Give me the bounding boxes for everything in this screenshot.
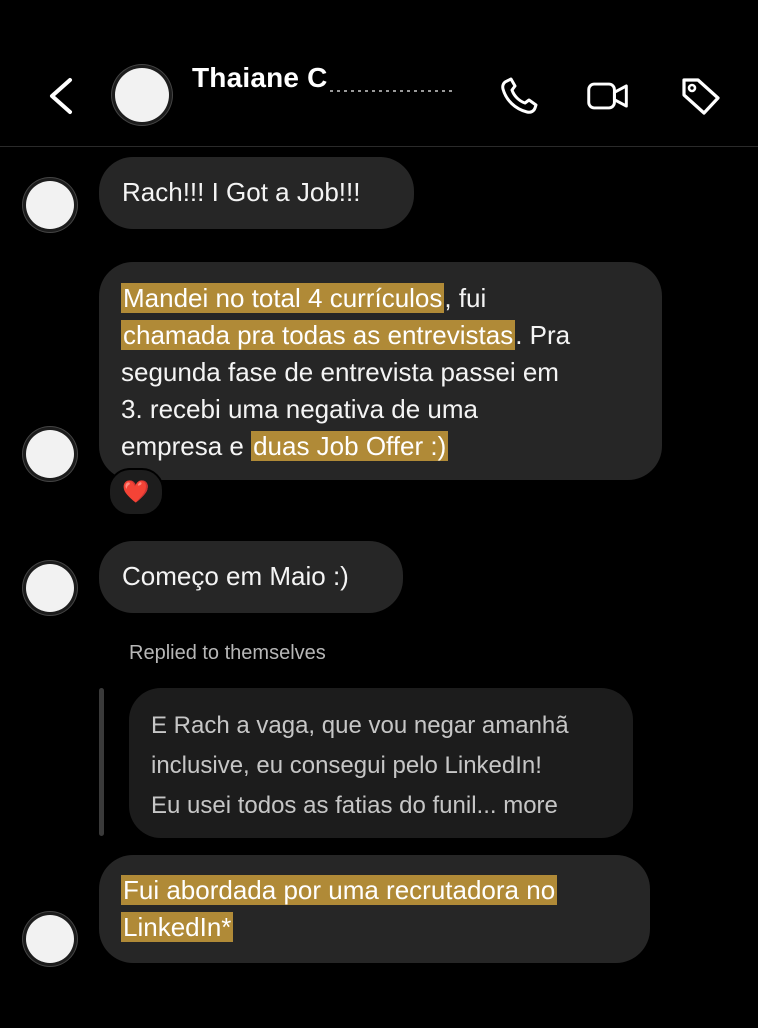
message-line: segunda fase de entrevista passei em (121, 357, 559, 387)
message-line: Mandei no total 4 currículos, fui (121, 280, 640, 317)
message-text: , fui (444, 283, 487, 313)
message-line: chamada pra todas as entrevistas. Pra (121, 317, 640, 354)
highlighted-text: chamada pra todas as entrevistas (121, 320, 516, 350)
message-text: empresa e (121, 431, 252, 461)
message-text: Começo em Maio :) (122, 561, 349, 591)
heart-reaction[interactable]: ❤️ (108, 468, 164, 516)
tag-icon[interactable] (678, 76, 722, 116)
highlighted-text: Fui abordada por uma recrutadora no (121, 875, 558, 905)
heart-icon: ❤️ (122, 479, 150, 504)
contact-name[interactable]: Thaiane C (192, 62, 328, 94)
message-line: LinkedIn* (121, 909, 628, 946)
video-camera-icon[interactable] (586, 76, 630, 116)
quoted-line: inclusive, eu consegui pelo LinkedIn! (151, 752, 542, 779)
message-text: Rach!!! I Got a Job!!! (122, 177, 361, 207)
message-line: empresa e duas Job Offer :) (121, 428, 640, 465)
message-line: Fui abordada por uma recrutadora no (121, 872, 628, 909)
redacted-name-overlay (330, 70, 458, 100)
message-bubble[interactable]: Fui abordada por uma recrutadora no Link… (99, 855, 650, 963)
message-bubble[interactable]: Mandei no total 4 currículos, fui chamad… (99, 262, 662, 480)
back-icon[interactable] (42, 74, 82, 118)
quoted-line: Eu usei todos as fatias do funil... more (151, 792, 558, 819)
contact-avatar[interactable] (115, 68, 169, 122)
chat-header: Thaiane C (0, 0, 758, 147)
message-bubble[interactable]: Rach!!! I Got a Job!!! (99, 157, 414, 229)
phone-icon[interactable] (498, 76, 542, 116)
sender-avatar[interactable] (26, 915, 74, 963)
replied-label: Replied to themselves (129, 642, 326, 664)
sender-avatar[interactable] (26, 181, 74, 229)
highlighted-text: duas Job Offer :) (251, 431, 449, 461)
message-bubble[interactable]: Começo em Maio :) (99, 541, 403, 613)
highlighted-text: Mandei no total 4 currículos (121, 283, 445, 313)
message-line: 3. recebi uma negativa de uma (121, 394, 478, 424)
quoted-message[interactable]: E Rach a vaga, que vou negar amanhã incl… (129, 688, 633, 838)
message-text: . Pra (515, 320, 571, 350)
sender-avatar[interactable] (26, 430, 74, 478)
highlighted-text: LinkedIn* (121, 912, 234, 942)
sender-avatar[interactable] (26, 564, 74, 612)
quoted-line: E Rach a vaga, que vou negar amanhã (151, 712, 569, 739)
reply-indicator-bar (99, 688, 104, 836)
